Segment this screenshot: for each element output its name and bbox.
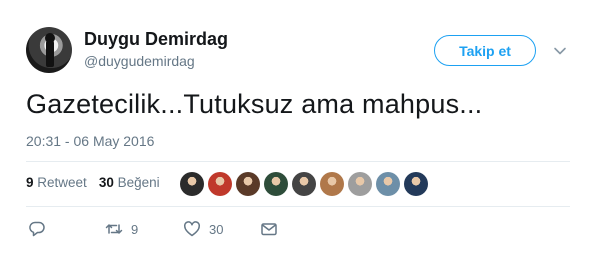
user-handle[interactable]: @duygudemirdag [84,53,195,69]
follow-button[interactable]: Takip et [434,35,536,66]
tweet-text: Gazetecilik...Tutuksuz ama mahpus... [26,89,483,119]
liker-avatar[interactable] [208,172,232,196]
liker-avatar[interactable] [376,172,400,196]
tweet-stats: 9 Retweet 30 Beğeni [26,175,160,190]
retweets-stat[interactable]: 9 Retweet [26,175,87,190]
retweets-label: Retweet [37,175,87,190]
like-count: 30 [209,221,224,237]
liker-avatar[interactable] [236,172,260,196]
tweet-card: Duygu Demirdag @duygudemirdag Takip et G… [0,0,600,263]
retweet-count: 9 [131,221,139,237]
tweet-actions: 9 30 [26,220,326,240]
envelope-icon [261,223,277,236]
likes-label: Beğeni [117,175,160,190]
likes-stat[interactable]: 30 Beğeni [99,175,160,190]
likes-count: 30 [98,175,114,190]
reply-icon [29,221,45,237]
retweet-icon [105,224,123,234]
retweet-button[interactable]: 9 [105,220,138,238]
chevron-down-icon[interactable] [553,44,567,58]
liker-avatar[interactable] [292,172,316,196]
like-button[interactable]: 30 [183,220,223,238]
liker-avatar[interactable] [348,172,372,196]
retweets-count: 9 [26,175,34,190]
avatar-figure-body [46,39,54,67]
divider [26,161,570,162]
liker-avatar[interactable] [264,172,288,196]
avatar[interactable] [26,27,72,73]
divider [26,206,570,207]
tweet-timestamp[interactable]: 20:31 - 06 May 2016 [26,133,154,149]
liker-avatar[interactable] [320,172,344,196]
liker-avatar[interactable] [404,172,428,196]
heart-icon [184,221,200,237]
reply-button[interactable] [28,220,54,238]
liker-avatar[interactable] [180,172,204,196]
user-name[interactable]: Duygu Demirdag [84,29,228,50]
direct-message-button[interactable] [260,220,278,238]
liker-avatars [180,172,428,196]
